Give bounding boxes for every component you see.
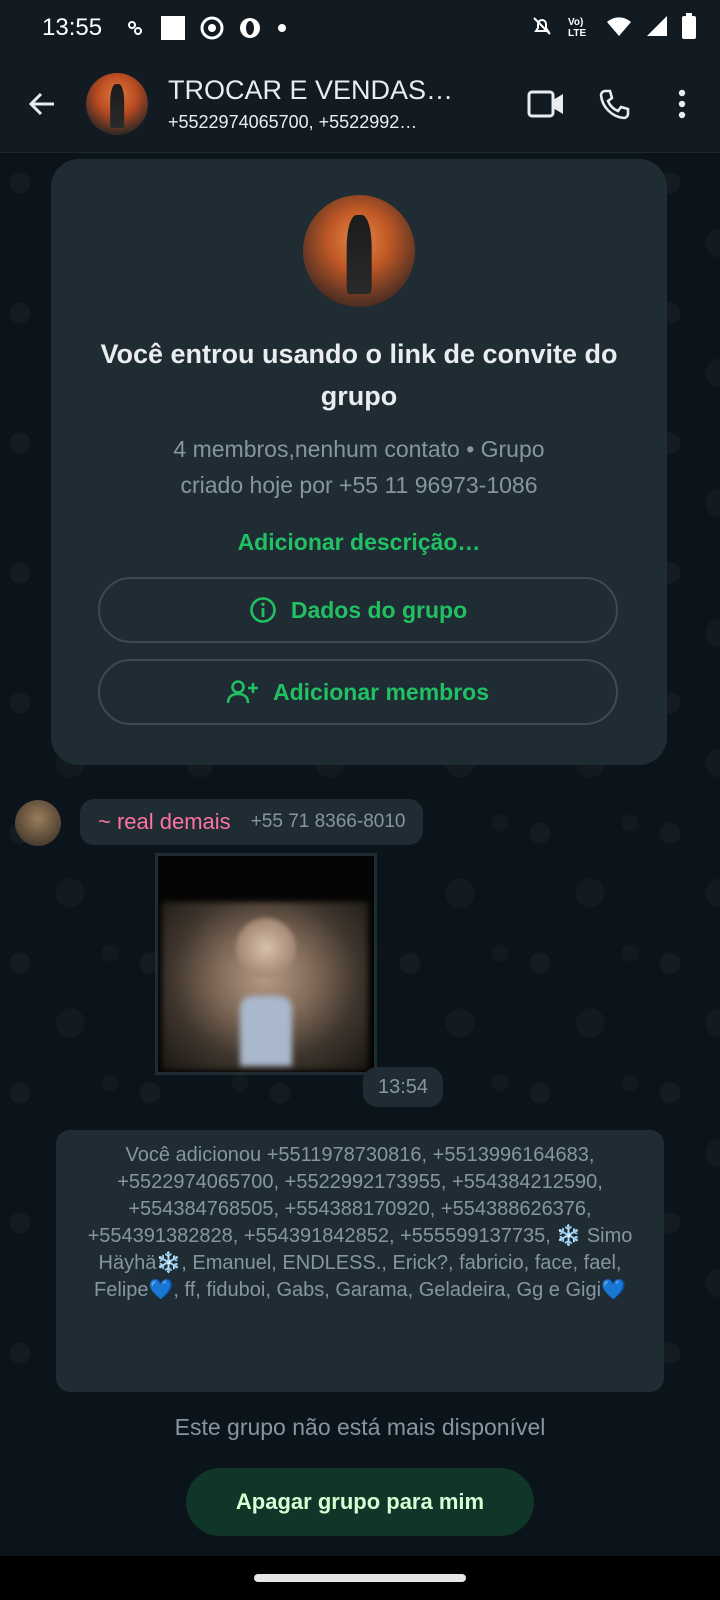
wifi-icon (606, 15, 632, 42)
status-right-icons: Vo) LTE (530, 12, 696, 44)
media-message-thumbnail[interactable] (155, 853, 377, 1075)
group-info-button[interactable]: Dados do grupo (98, 577, 618, 643)
group-large-avatar[interactable] (303, 195, 415, 307)
signal-icon (646, 15, 668, 42)
chat-footer: Este grupo não está mais disponível Apag… (0, 1396, 720, 1556)
phone-icon (599, 89, 630, 120)
group-avatar[interactable] (86, 73, 148, 135)
add-members-button[interactable]: Adicionar membros (98, 659, 618, 725)
delete-group-button[interactable]: Apagar grupo para mim (186, 1468, 534, 1536)
more-options-button[interactable] (654, 76, 710, 132)
back-button[interactable] (16, 78, 68, 130)
group-meta-line2: criado hoje por +55 11 96973-1086 (180, 472, 538, 498)
sender-avatar[interactable] (15, 800, 61, 846)
volte-icon: Vo) LTE (568, 17, 587, 39)
info-icon (249, 596, 277, 624)
sender-chip[interactable]: ~ real demais +55 71 8366-8010 (80, 799, 424, 845)
mute-icon (530, 14, 554, 43)
voice-call-button[interactable] (586, 76, 642, 132)
group-unavailable-notice: Este grupo não está mais disponível (174, 1414, 546, 1440)
chat-header: TROCAR E VENDAS… +5522974065700, +552299… (0, 56, 720, 153)
square-icon (160, 15, 186, 41)
add-members-label: Adicionar membros (273, 678, 489, 705)
person-add-icon (227, 678, 259, 706)
video-call-button[interactable] (518, 76, 574, 132)
group-info-card: Você entrou usando o link de convite do … (51, 159, 667, 765)
group-meta: 4 membros,nenhum contato • Grupo criado … (51, 431, 667, 503)
group-info-label: Dados do grupo (290, 596, 468, 623)
arrow-left-icon (28, 92, 54, 116)
add-description-link[interactable]: Adicionar descrição… (51, 529, 667, 556)
group-title-area[interactable]: TROCAR E VENDAS… +5522974065700, +552299… (168, 75, 466, 133)
video-call-icon (527, 90, 563, 118)
status-time: 13:55 (42, 14, 103, 41)
joined-via-link-heading: Você entrou usando o link de convite do … (100, 339, 618, 411)
group-members-subtitle: +5522974065700, +5522992… (168, 112, 418, 132)
opera-icon (238, 16, 262, 40)
battery-icon (682, 12, 696, 44)
sender-name: ~ real demais (98, 809, 231, 834)
home-gesture-handle[interactable] (254, 1574, 466, 1582)
sender-phone: +55 71 8366-8010 (250, 811, 406, 832)
dot-icon (276, 22, 288, 34)
status-bar: 13:55 Vo) LTE (0, 0, 720, 56)
notification-icon (126, 18, 146, 38)
group-title: TROCAR E VENDAS… (168, 75, 454, 105)
group-meta-line1: 4 membros,nenhum contato • Grupo (173, 436, 545, 462)
more-vert-icon (678, 89, 686, 119)
record-icon (200, 16, 224, 40)
navigation-bar (0, 1556, 720, 1600)
chat-area[interactable]: Você entrou usando o link de convite do … (0, 153, 720, 1395)
system-message-added-members: Você adicionou +5511978730816, +55139961… (56, 1130, 664, 1392)
message-time: 13:54 (363, 1067, 443, 1107)
